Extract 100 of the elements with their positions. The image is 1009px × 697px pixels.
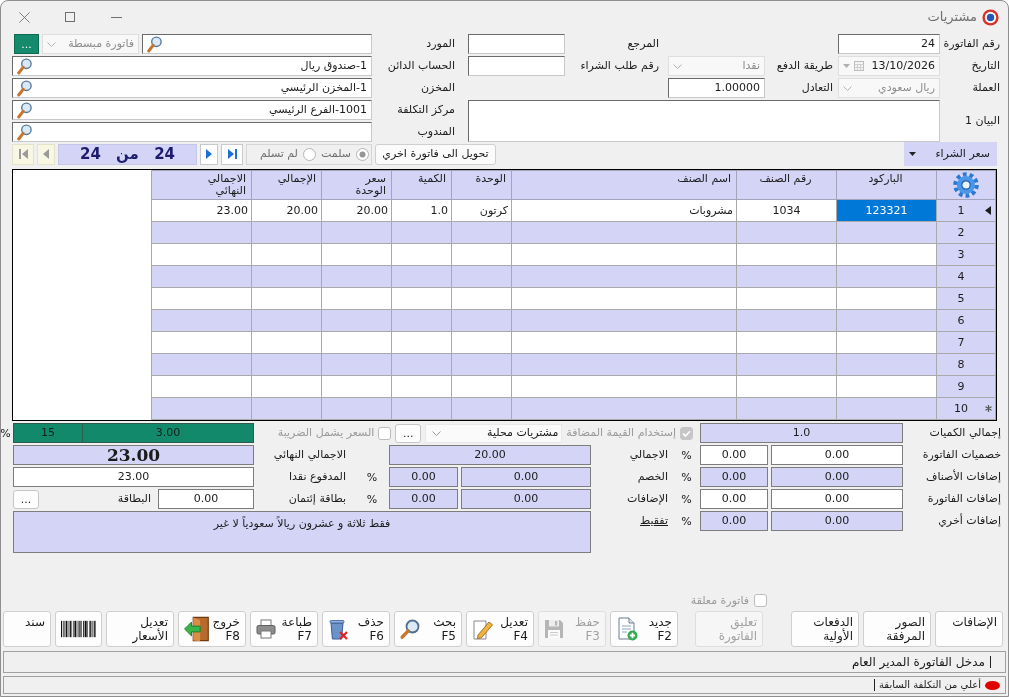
additions-button[interactable]: الإضافات xyxy=(935,611,1003,647)
row-number: 2 xyxy=(956,226,966,240)
column-header[interactable]: الباركود xyxy=(836,170,937,200)
table-cell xyxy=(391,243,452,266)
column-header[interactable]: سعر الوحدة xyxy=(321,170,392,200)
tax-rate: 15 xyxy=(40,425,56,442)
convert-invoice-button[interactable]: تحويل الى فاتورة اخري xyxy=(375,143,496,165)
close-icon[interactable] xyxy=(18,11,30,23)
row-header[interactable]: 4 xyxy=(936,265,996,288)
print-button[interactable]: طباعة F7 xyxy=(250,611,318,647)
cash-paid-field[interactable]: 23.00 xyxy=(13,467,254,487)
table-cell xyxy=(321,375,392,398)
search-icon[interactable] xyxy=(147,35,162,53)
logo-icon xyxy=(982,8,999,26)
down-payments-button[interactable]: الدفعات الأولية xyxy=(791,611,859,647)
search-icon[interactable] xyxy=(17,57,32,75)
row-header[interactable]: 2 xyxy=(936,221,996,244)
table-cell xyxy=(321,265,392,288)
reference-field[interactable] xyxy=(468,34,565,54)
card-options-button[interactable]: ... xyxy=(13,489,39,509)
table-cell xyxy=(321,243,392,266)
options-button[interactable]: ... xyxy=(395,423,422,443)
search-icon[interactable] xyxy=(17,101,32,119)
row-header[interactable]: 7 xyxy=(936,331,996,354)
new-button[interactable]: جديد F2 xyxy=(610,611,678,647)
field-label: المورد xyxy=(426,37,455,51)
tax-amount: 3.00 xyxy=(82,424,253,442)
field-label: بطاقة إئتمان xyxy=(288,492,346,506)
edit-button[interactable]: تعديل F4 xyxy=(466,611,534,647)
row-number: 10 xyxy=(953,402,969,416)
amount-field[interactable]: 0.00 xyxy=(771,445,903,465)
exchange-rate-field[interactable]: 1.00000 xyxy=(668,78,765,98)
row-header[interactable]: 9 xyxy=(936,375,996,398)
skip-right-button[interactable] xyxy=(221,143,243,165)
amount-field[interactable]: 0.00 xyxy=(771,489,903,509)
purchase-type-dropdown[interactable]: مشتريات محلية xyxy=(425,423,563,443)
caret-down-icon xyxy=(909,152,916,156)
maximize-icon[interactable] xyxy=(65,12,75,22)
row-pointer-icon xyxy=(985,206,991,216)
amount-field: 0.00 xyxy=(461,489,591,509)
price-type-dropdown[interactable]: سعر الشراء xyxy=(904,142,997,166)
voucher-button[interactable]: سند xyxy=(3,611,51,647)
percent-field[interactable]: 0.00 xyxy=(700,445,768,465)
row-number: 6 xyxy=(956,314,966,328)
chevron-down-icon xyxy=(432,430,442,436)
column-header[interactable]: رقم الصنف xyxy=(736,170,837,200)
attached-images-button[interactable]: الصور المرفقة xyxy=(863,611,931,647)
column-header[interactable]: اسم الصنف xyxy=(511,170,737,200)
column-header[interactable]: الوحدة xyxy=(451,170,512,200)
table-cell xyxy=(321,287,392,310)
row-header[interactable]: 6 xyxy=(936,309,996,332)
warehouse-field[interactable]: 1-المخزن الرئيسي xyxy=(12,78,372,98)
checkbox-label: السعر يشمل الضريبة xyxy=(277,426,375,440)
arrow-right-icon xyxy=(206,149,212,159)
barcode-button[interactable] xyxy=(55,611,102,647)
chevron-down-icon xyxy=(843,85,852,91)
row-number: 8 xyxy=(956,358,966,372)
pencil-icon xyxy=(472,618,494,640)
row-header[interactable]: 8 xyxy=(936,353,996,376)
search-icon[interactable] xyxy=(17,79,32,97)
card-amount-field[interactable]: 0.00 xyxy=(158,489,254,509)
table-cell xyxy=(251,375,322,398)
purchase-request-field[interactable] xyxy=(468,56,565,76)
row-header[interactable]: 3 xyxy=(936,243,996,266)
window-title: مشتريات xyxy=(927,9,977,25)
exit-door-icon xyxy=(184,615,210,643)
field-label: رقم الفاتورة xyxy=(943,37,1000,51)
column-header[interactable]: الإجمالي xyxy=(251,170,322,200)
percent-field[interactable]: 0.00 xyxy=(700,489,768,509)
step-right-button[interactable] xyxy=(200,143,218,165)
more-button[interactable]: ... xyxy=(14,34,39,54)
cost-center-field[interactable]: 1001-الفرع الرئيسي xyxy=(12,100,372,120)
supplier-field[interactable] xyxy=(142,34,372,54)
search-button[interactable]: بحث F5 xyxy=(394,611,462,647)
percent-label: % xyxy=(1,426,11,440)
delete-button[interactable]: حذف F6 xyxy=(322,611,390,647)
field-label: الاجمالي النهائي xyxy=(273,448,346,462)
invoice-number-field[interactable]: 24 xyxy=(838,34,940,54)
exit-button[interactable]: خروج F8 xyxy=(178,611,246,647)
percent-field: 0.00 xyxy=(700,467,768,487)
edit-prices-button[interactable]: تعديل الأسعار xyxy=(106,611,174,647)
row-header[interactable]: 5 xyxy=(936,287,996,310)
column-header[interactable]: الكمية xyxy=(391,170,452,200)
field-label: التاريخ xyxy=(971,59,1000,73)
new-document-icon xyxy=(616,617,638,641)
field-label: إضافات الفاتورة xyxy=(927,492,1001,506)
net-total-field: 23.00 xyxy=(13,445,254,465)
salesman-field[interactable] xyxy=(12,122,372,142)
amount-in-words-link[interactable]: تفقيط xyxy=(640,514,668,528)
statement-field[interactable] xyxy=(468,100,940,142)
skip-left-icon xyxy=(18,149,28,159)
radio-label: سلمت xyxy=(320,147,351,161)
settings-icon[interactable] xyxy=(953,172,979,198)
table-cell xyxy=(391,397,452,420)
column-header[interactable]: الاجمالي النهائي xyxy=(151,170,252,200)
row-header[interactable]: 10 xyxy=(936,397,996,420)
field-label: خصميات الفاتورة xyxy=(922,448,1001,462)
credit-account-field[interactable]: 1-صندوق ريال xyxy=(12,56,372,76)
minimize-icon[interactable] xyxy=(110,16,122,18)
search-icon[interactable] xyxy=(17,123,32,141)
